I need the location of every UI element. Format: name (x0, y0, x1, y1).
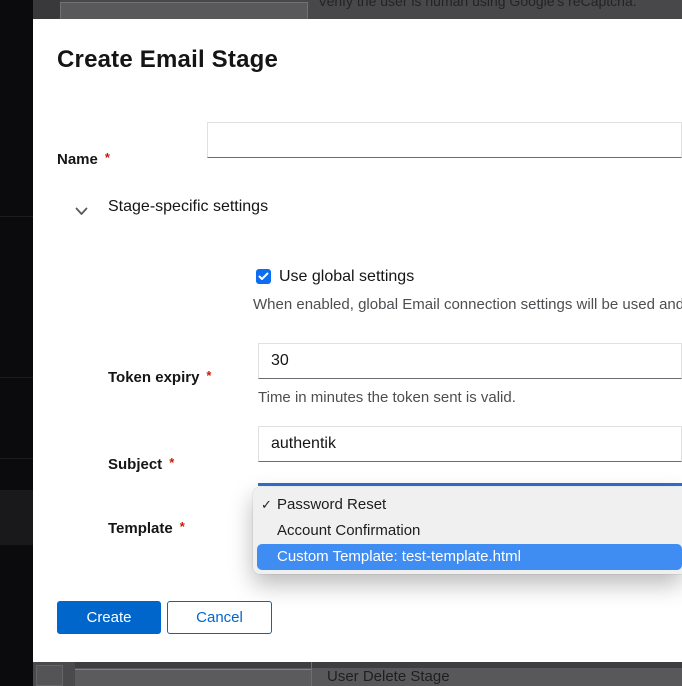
background-page-top: Verify the user is human using Google's … (33, 0, 682, 19)
app-sidebar (0, 0, 33, 686)
menu-item-account-confirmation[interactable]: Account Confirmation (253, 518, 682, 544)
selected-check-icon: ✓ (261, 492, 272, 518)
name-label: Name* (57, 151, 110, 168)
create-email-stage-modal: Create Email Stage Name* Stage-specific … (33, 19, 682, 662)
required-asterisk: * (206, 368, 211, 383)
section-label: Stage-specific settings (108, 198, 268, 216)
check-icon (258, 268, 269, 286)
required-asterisk: * (105, 150, 110, 165)
modal-title: Create Email Stage (57, 46, 278, 74)
create-button[interactable]: Create (57, 601, 161, 634)
token-expiry-helper: Time in minutes the token sent is valid. (258, 389, 516, 406)
background-stage-name: User Delete Stage (327, 668, 450, 685)
template-dropdown-menu: ✓ Password Reset Account Confirmation Cu… (253, 487, 682, 574)
subject-label: Subject* (108, 456, 174, 473)
sidebar-divider (0, 458, 33, 459)
menu-item-custom-template[interactable]: Custom Template: test-template.html (257, 544, 682, 570)
menu-item-password-reset[interactable]: ✓ Password Reset (253, 492, 682, 518)
sidebar-active-item (0, 490, 33, 545)
token-expiry-label: Token expiry* (108, 369, 211, 386)
sidebar-divider (0, 377, 33, 378)
required-asterisk: * (180, 519, 185, 534)
stage-settings-section-toggle[interactable]: Stage-specific settings (75, 198, 268, 216)
chevron-down-icon (75, 203, 88, 212)
background-column-divider (311, 662, 312, 686)
background-gap (33, 0, 60, 19)
use-global-settings-helper: When enabled, global Email connection se… (253, 296, 682, 313)
background-checkbox-cell (36, 665, 63, 686)
sidebar-divider (0, 216, 33, 217)
use-global-settings-label: Use global settings (279, 268, 414, 286)
template-label: Template* (108, 520, 185, 537)
background-card (60, 2, 308, 19)
use-global-settings-checkbox[interactable] (256, 269, 271, 284)
token-expiry-input[interactable] (258, 343, 682, 379)
recaptcha-description-text: Verify the user is human using Google's … (318, 0, 637, 9)
background-page-bottom: User Delete Stage (33, 662, 682, 686)
name-input[interactable] (207, 122, 682, 158)
template-select-focus-border[interactable] (258, 483, 682, 486)
background-table-cell (75, 669, 311, 686)
subject-input[interactable] (258, 426, 682, 462)
required-asterisk: * (169, 455, 174, 470)
cancel-button[interactable]: Cancel (167, 601, 272, 634)
